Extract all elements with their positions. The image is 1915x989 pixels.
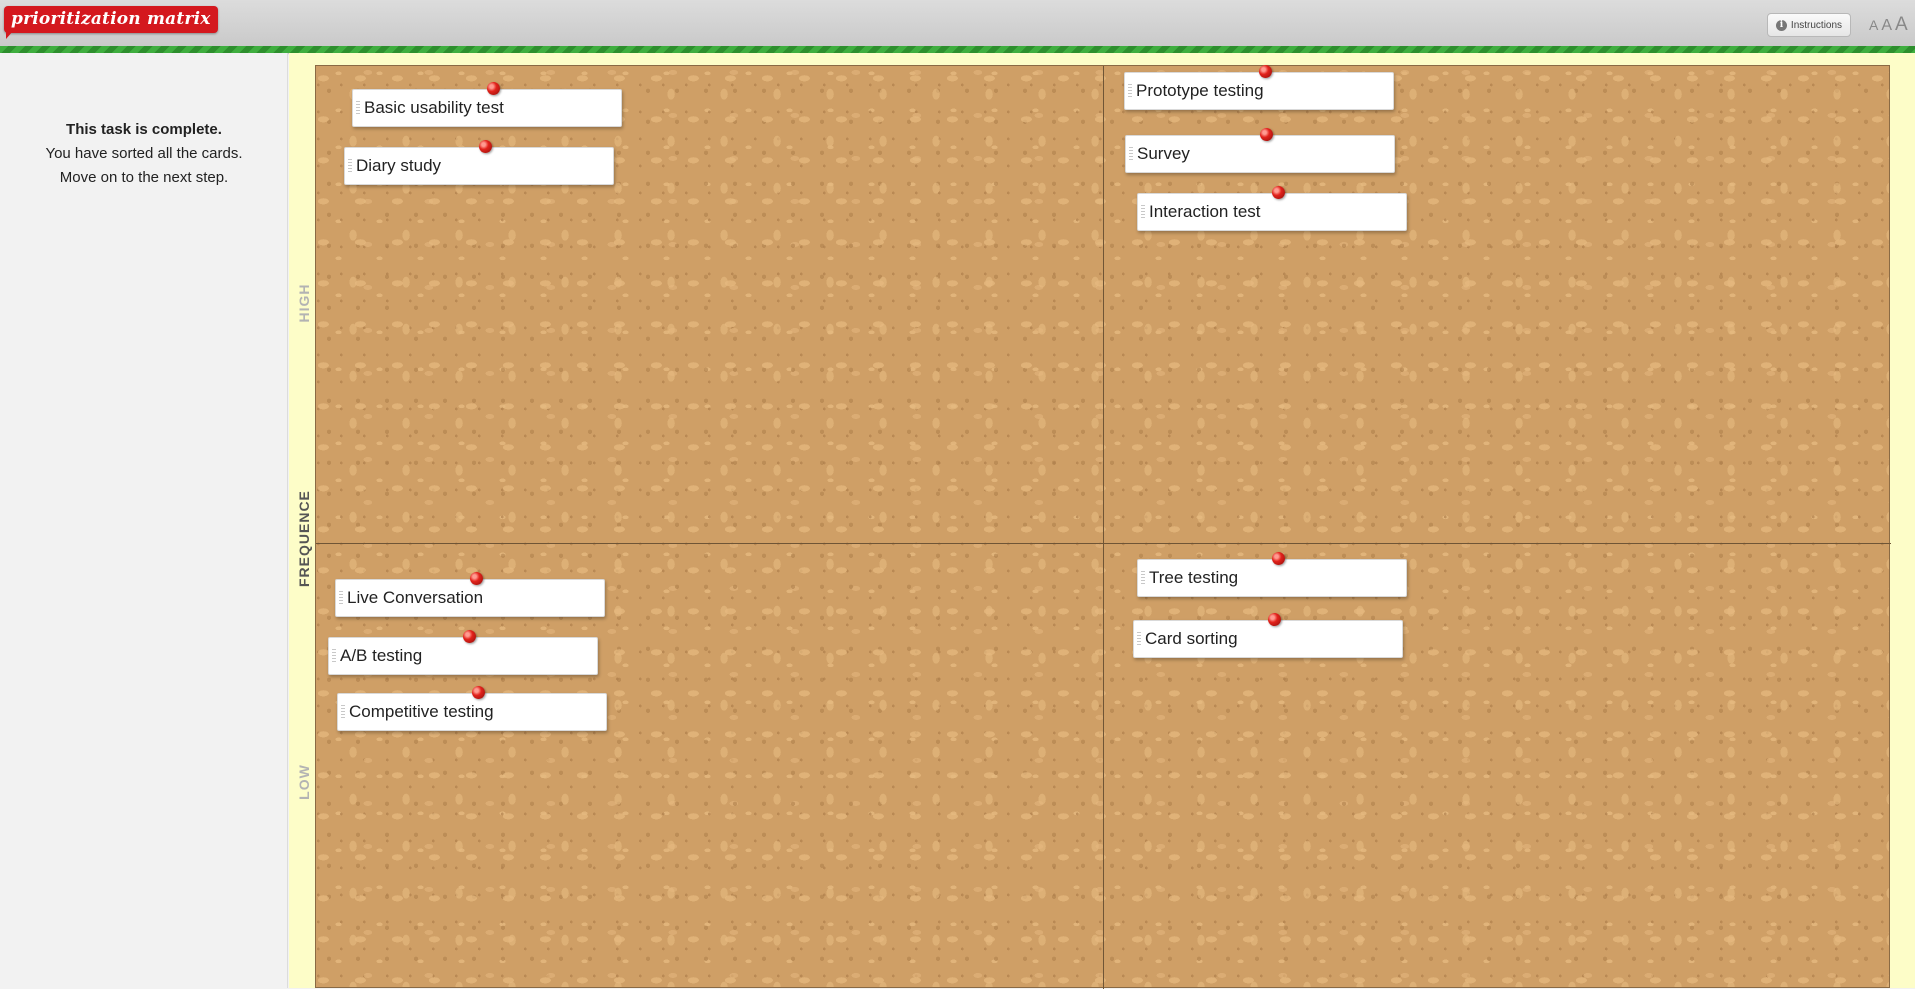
board-top-border (289, 53, 1915, 65)
card-card-sorting[interactable]: Card sorting (1133, 613, 1403, 658)
push-pin-icon (463, 630, 476, 643)
card-tree-testing[interactable]: Tree testing (1137, 552, 1407, 597)
push-pin-icon (479, 140, 492, 153)
card-ab-testing[interactable]: A/B testing (328, 630, 598, 675)
card-label: Basic usability test (364, 98, 504, 117)
task-status-line: You have sorted all the cards. (45, 145, 243, 162)
push-pin-icon (470, 572, 483, 585)
drag-handle-icon (341, 705, 345, 720)
push-pin-icon (1260, 128, 1273, 141)
task-status-title: This task is complete. (66, 121, 222, 138)
vertical-divider (1103, 66, 1104, 989)
y-axis-low-label: LOW (296, 764, 312, 800)
info-icon: i (1775, 19, 1787, 31)
task-status-line: Move on to the next step. (59, 169, 229, 186)
drag-handle-icon (348, 159, 352, 174)
y-axis-high-label: HIGH (296, 283, 312, 323)
font-size-large-button[interactable]: A (1895, 14, 1908, 36)
app-header: prioritization matrix i Instructions A A… (0, 0, 1915, 48)
drag-handle-icon (332, 649, 336, 664)
card-live-conversation[interactable]: Live Conversation (335, 572, 605, 617)
y-axis-title: FREQUENCE (296, 490, 312, 587)
card-label: Interaction test (1149, 202, 1261, 221)
app-logo: prioritization matrix (4, 6, 218, 33)
card-basic-usability-test[interactable]: Basic usability test (352, 82, 622, 127)
push-pin-icon (1268, 613, 1281, 626)
push-pin-icon (487, 82, 500, 95)
card-label: Diary study (356, 156, 442, 175)
instructions-button[interactable]: i Instructions (1767, 13, 1851, 37)
font-size-small-button[interactable]: A (1869, 17, 1878, 33)
drag-handle-icon (356, 101, 360, 116)
sidebar: This task is complete. You have sorted a… (0, 53, 288, 988)
card-label: Card sorting (1145, 629, 1238, 648)
header-stripe (0, 46, 1915, 53)
card-diary-study[interactable]: Diary study (344, 140, 614, 185)
horizontal-divider (316, 543, 1891, 544)
card-interaction-test[interactable]: Interaction test (1137, 186, 1407, 231)
logo-tail (6, 31, 13, 39)
card-label: Competitive testing (349, 702, 494, 721)
card-survey[interactable]: Survey (1125, 128, 1395, 173)
card-label: Tree testing (1149, 568, 1239, 587)
card-prototype-testing[interactable]: Prototype testing (1124, 65, 1394, 110)
card-label: Survey (1137, 144, 1190, 163)
card-competitive-testing[interactable]: Competitive testing (337, 686, 607, 731)
card-label: Prototype testing (1136, 81, 1264, 100)
corkboard: Basic usability test Diary study Prototy… (315, 65, 1891, 989)
instructions-label: Instructions (1790, 19, 1843, 31)
push-pin-icon (472, 686, 485, 699)
push-pin-icon (1272, 552, 1285, 565)
push-pin-icon (1272, 186, 1285, 199)
drag-handle-icon (1129, 147, 1133, 162)
task-status: This task is complete. You have sorted a… (0, 118, 288, 190)
drag-handle-icon (1128, 84, 1132, 99)
board-right-border (1890, 53, 1915, 988)
drag-handle-icon (1137, 632, 1141, 647)
card-label: Live Conversation (347, 588, 484, 607)
drag-handle-icon (339, 591, 343, 606)
push-pin-icon (1259, 65, 1272, 78)
drag-handle-icon (1141, 205, 1145, 220)
card-label: A/B testing (340, 646, 423, 665)
font-size-controls: A A A (1869, 14, 1908, 36)
drag-handle-icon (1141, 571, 1145, 586)
font-size-medium-button[interactable]: A (1881, 17, 1892, 35)
